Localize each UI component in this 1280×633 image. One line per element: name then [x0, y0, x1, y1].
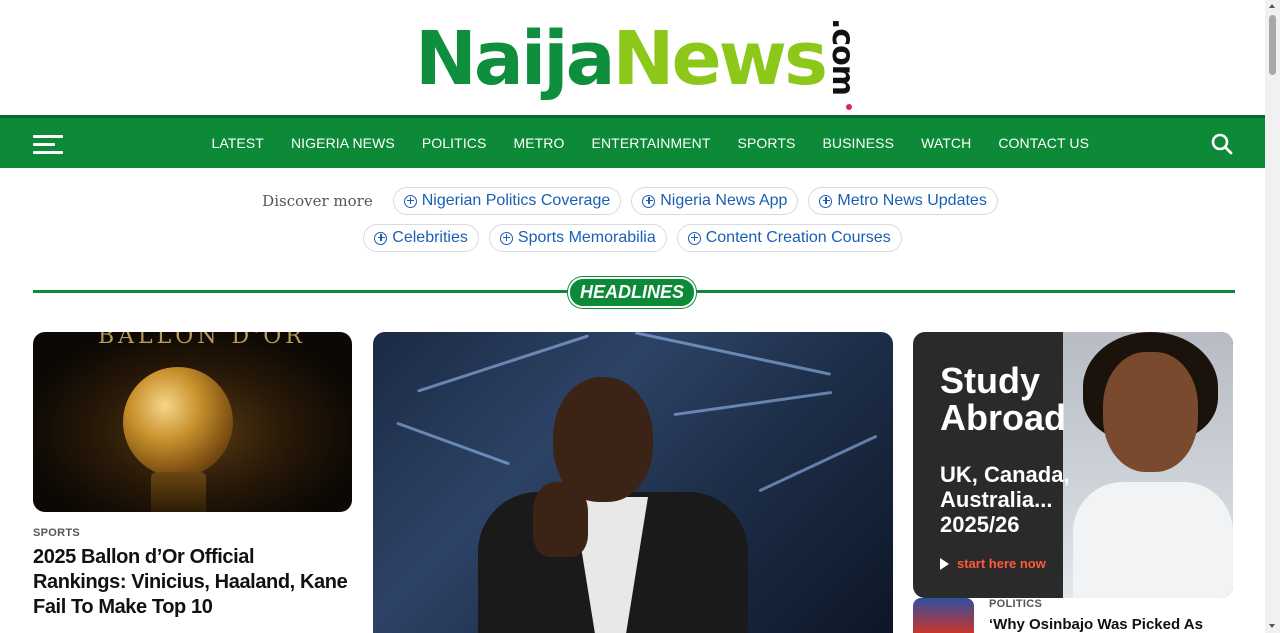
- nav-item-metro[interactable]: METRO: [513, 135, 564, 151]
- site-header: NaijaNews .com: [0, 0, 1265, 115]
- nav-item-contact-us[interactable]: CONTACT US: [998, 135, 1089, 151]
- ad-cta[interactable]: start here now: [940, 556, 1046, 571]
- discover-chip[interactable]: Sports Memorabilia: [488, 224, 667, 252]
- hamburger-icon[interactable]: [33, 135, 63, 155]
- discover-chip[interactable]: Content Creation Courses: [676, 224, 902, 252]
- nav-item-business[interactable]: BUSINESS: [822, 135, 894, 151]
- play-icon: [940, 557, 949, 570]
- scroll-thumb[interactable]: [1269, 15, 1276, 75]
- plus-circle-icon: [374, 231, 388, 245]
- discover-label: Discover more: [262, 192, 373, 210]
- article-title[interactable]: 2025 Ballon d’Or Official Rankings: Vini…: [33, 545, 352, 620]
- discover-chip[interactable]: Metro News Updates: [808, 187, 998, 215]
- discover-chip[interactable]: Celebrities: [363, 224, 479, 252]
- scroll-down-icon[interactable]: [1269, 624, 1275, 628]
- logo-wordmark: NaijaNews: [415, 16, 828, 102]
- plus-circle-icon: [499, 231, 513, 245]
- nav-item-watch[interactable]: WATCH: [921, 135, 971, 151]
- plus-circle-icon: [642, 194, 656, 208]
- nav-links: LATEST NIGERIA NEWS POLITICS METRO ENTER…: [198, 118, 1103, 168]
- site-logo[interactable]: NaijaNews .com: [415, 14, 860, 110]
- article-category[interactable]: SPORTS: [33, 527, 80, 539]
- discover-more: Discover more Nigerian Politics Coverage…: [0, 186, 1265, 260]
- plus-circle-icon: [819, 194, 833, 208]
- scroll-up-icon[interactable]: [1269, 4, 1275, 8]
- article-category[interactable]: POLITICS: [989, 598, 1042, 610]
- main-nav: LATEST NIGERIA NEWS POLITICS METRO ENTER…: [0, 115, 1265, 168]
- nav-item-latest[interactable]: LATEST: [212, 135, 264, 151]
- ad-subtitle: UK, Canada, Australia... 2025/26: [940, 462, 1070, 537]
- search-icon[interactable]: [1211, 133, 1233, 155]
- nav-item-sports[interactable]: SPORTS: [738, 135, 796, 151]
- logo-com: .com: [825, 18, 860, 96]
- nav-item-entertainment[interactable]: ENTERTAINMENT: [592, 135, 711, 151]
- logo-dot: [846, 104, 852, 110]
- discover-chip[interactable]: Nigerian Politics Coverage: [392, 187, 622, 215]
- featured-article-image[interactable]: [373, 332, 893, 633]
- nav-item-nigeria-news[interactable]: NIGERIA NEWS: [291, 135, 395, 151]
- headlines-title: HEADLINES: [568, 277, 696, 308]
- plus-circle-icon: [403, 194, 417, 208]
- nav-item-politics[interactable]: POLITICS: [422, 135, 487, 151]
- article-thumbnail[interactable]: [913, 598, 974, 633]
- ad-title: Study Abroad: [940, 360, 1066, 438]
- ballon-dor-image[interactable]: BALLON D'OR: [33, 332, 352, 512]
- discover-chip[interactable]: Nigeria News App: [631, 187, 799, 215]
- study-abroad-ad[interactable]: Study Abroad UK, Canada, Australia... 20…: [913, 332, 1233, 598]
- plus-circle-icon: [687, 231, 701, 245]
- article-title[interactable]: ‘Why Osinbajo Was Picked As: [989, 616, 1239, 633]
- scrollbar[interactable]: [1265, 0, 1280, 633]
